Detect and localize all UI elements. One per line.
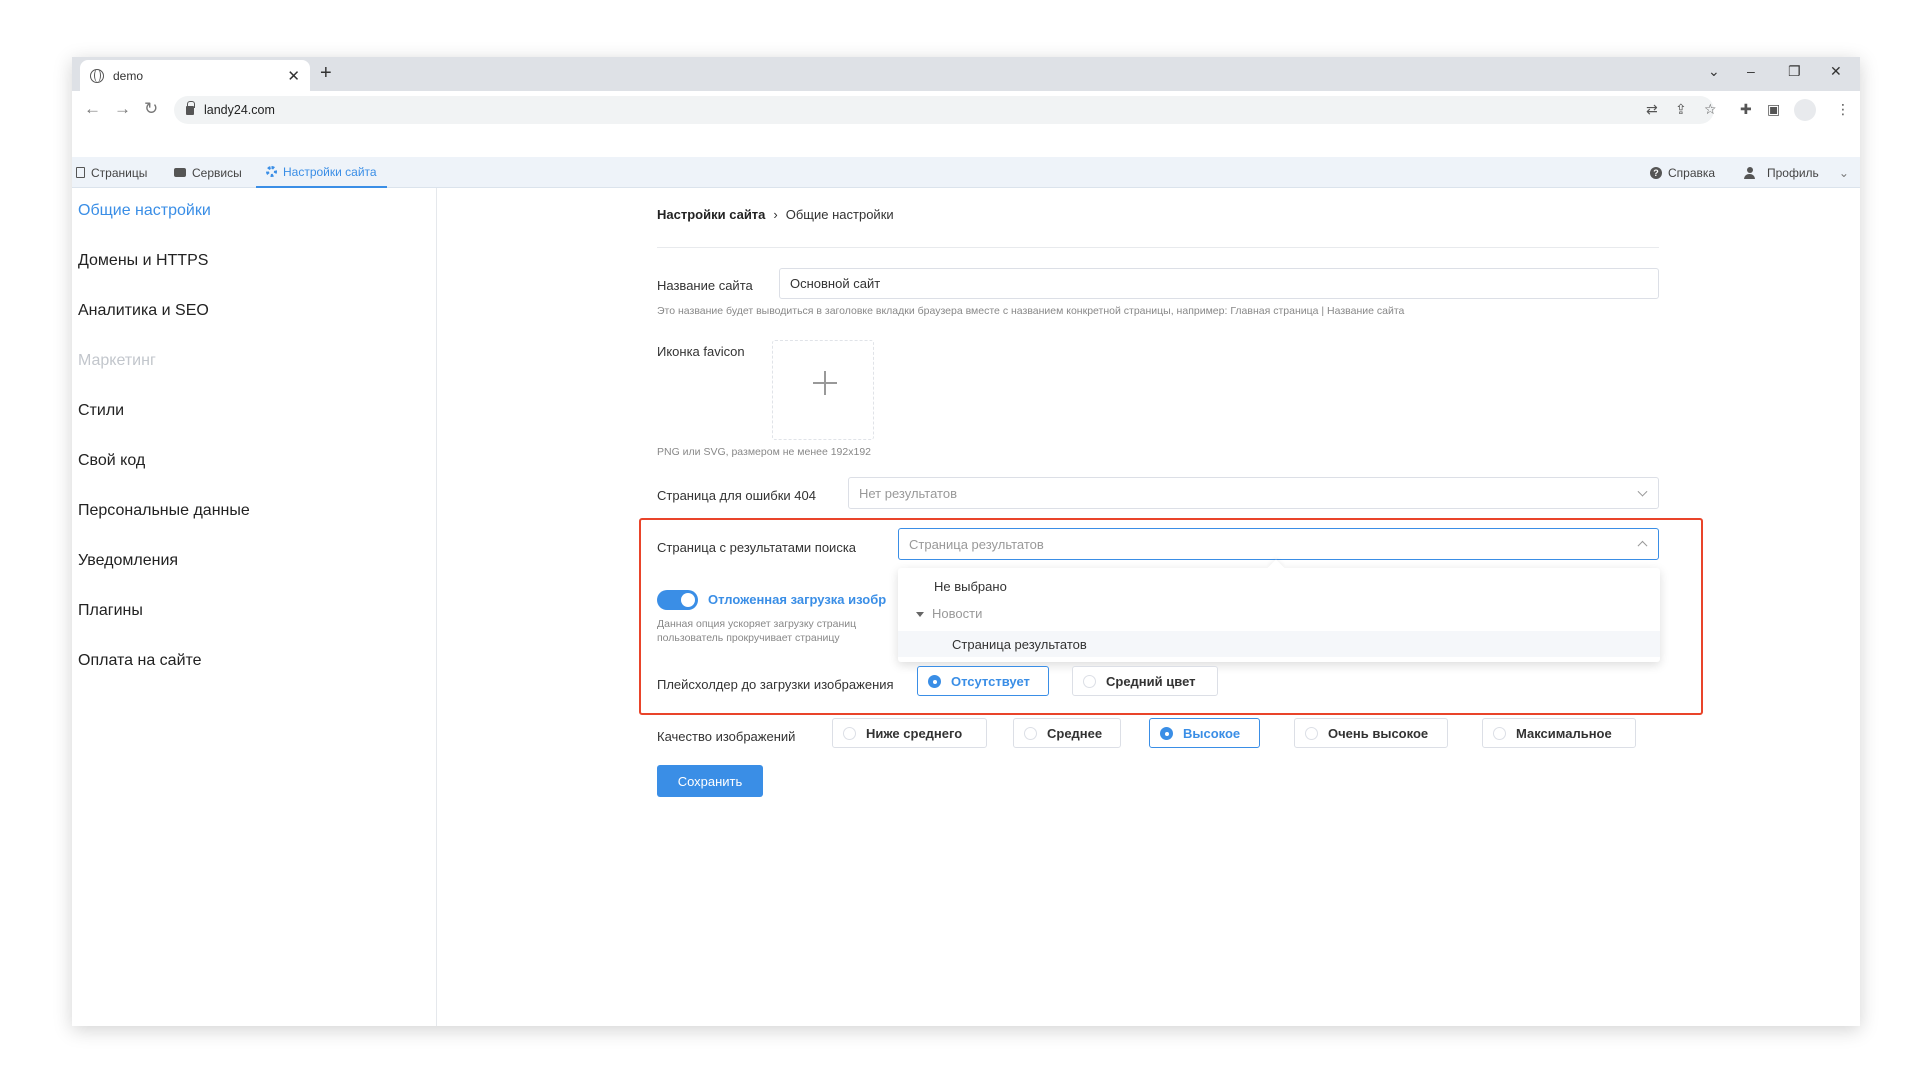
dropdown-group-news-label: Новости bbox=[932, 606, 983, 621]
chevron-down-icon bbox=[1637, 486, 1648, 497]
site-name-input[interactable]: Основной сайт bbox=[779, 268, 1659, 299]
lazy-load-toggle[interactable] bbox=[657, 590, 698, 610]
error404-label: Страница для ошибки 404 bbox=[657, 488, 816, 503]
caret-down-icon bbox=[916, 612, 924, 618]
dropdown-option-selected: Страница результатов bbox=[952, 637, 1087, 652]
breadcrumb-root[interactable]: Настройки сайта bbox=[657, 207, 765, 222]
radio-dot bbox=[1083, 674, 1096, 688]
favicon-hint: PNG или SVG, размером не менее 192x192 bbox=[657, 446, 871, 458]
main-content: Настройки сайта › Общие настройки Назван… bbox=[72, 57, 1860, 1026]
dropdown-option-none[interactable]: Не выбрано bbox=[934, 579, 1007, 594]
dropdown-option-row[interactable]: Страница результатов bbox=[898, 631, 1660, 657]
chevron-up-icon bbox=[1637, 540, 1648, 551]
site-name-label: Название сайта bbox=[657, 278, 753, 293]
quality-option-average[interactable]: Среднее bbox=[1013, 718, 1121, 748]
quality-option-below-average[interactable]: Ниже среднего bbox=[832, 718, 987, 748]
breadcrumb: Настройки сайта › Общие настройки bbox=[657, 207, 894, 222]
favicon-label: Иконка favicon bbox=[657, 344, 745, 359]
radio-dot bbox=[1493, 726, 1506, 740]
radio-dot bbox=[1305, 726, 1318, 740]
quality-option-high[interactable]: Высокое bbox=[1149, 718, 1260, 748]
quality-option-max[interactable]: Максимальное bbox=[1482, 718, 1636, 748]
error404-select[interactable]: Нет результатов bbox=[848, 477, 1659, 509]
favicon-upload[interactable] bbox=[772, 340, 874, 440]
lazy-load-label: Отложенная загрузка изобр bbox=[708, 592, 887, 607]
breadcrumb-separator-icon: › bbox=[773, 207, 778, 222]
quality-option-very-high[interactable]: Очень высокое bbox=[1294, 718, 1448, 748]
quality-option-very-high-label: Очень высокое bbox=[1328, 725, 1429, 741]
placeholder-option-avg-color-label: Средний цвет bbox=[1106, 673, 1196, 689]
search-page-select[interactable]: Страница результатов bbox=[898, 528, 1659, 560]
search-page-label: Страница с результатами поиска bbox=[657, 540, 857, 555]
breadcrumb-current: Общие настройки bbox=[785, 207, 894, 222]
quality-label: Качество изображений bbox=[657, 729, 796, 744]
browser-window: demo ✕ + ⌄ – ❐ ✕ ← → ↻ landy24.com ⇄ ⇪ ☆… bbox=[72, 57, 1860, 1026]
radio-dot bbox=[928, 674, 941, 688]
placeholder-label: Плейсхолдер до загрузки изображения bbox=[657, 677, 894, 692]
quality-option-high-label: Высокое bbox=[1183, 725, 1241, 741]
quality-option-average-label: Среднее bbox=[1047, 725, 1103, 741]
quality-option-max-label: Максимальное bbox=[1516, 725, 1612, 741]
radio-dot bbox=[1160, 726, 1173, 740]
lazy-load-hint-line1: Данная опция ускоряет загрузку страниц bbox=[657, 618, 857, 630]
search-page-select-value: Страница результатов bbox=[909, 536, 1044, 552]
header-divider bbox=[657, 247, 1659, 248]
quality-option-below-average-label: Ниже среднего bbox=[866, 725, 963, 741]
placeholder-option-none[interactable]: Отсутствует bbox=[917, 666, 1049, 696]
plus-icon bbox=[813, 371, 837, 395]
radio-dot bbox=[843, 726, 856, 740]
placeholder-option-avg-color[interactable]: Средний цвет bbox=[1072, 666, 1218, 696]
search-page-dropdown: Не выбрано Новости Страница результатов bbox=[898, 559, 1660, 662]
error404-select-value: Нет результатов bbox=[859, 485, 957, 501]
lazy-load-hint-line2: пользователь прокручивает страницу bbox=[657, 632, 840, 644]
site-name-hint: Это название будет выводиться в заголовк… bbox=[657, 305, 1405, 317]
save-button[interactable]: Сохранить bbox=[657, 765, 763, 797]
dropdown-group-news[interactable]: Новости bbox=[916, 606, 982, 621]
placeholder-option-none-label: Отсутствует bbox=[951, 673, 1030, 689]
radio-dot bbox=[1024, 726, 1037, 740]
